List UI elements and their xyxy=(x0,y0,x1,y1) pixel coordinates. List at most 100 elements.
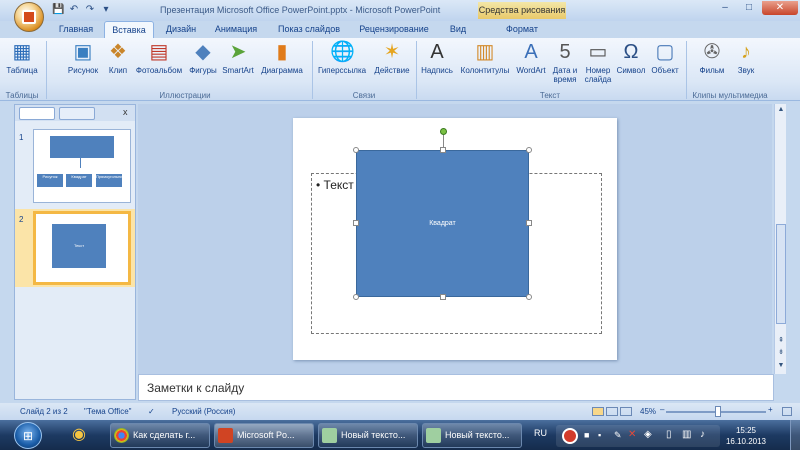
undo-icon[interactable]: ↶ xyxy=(68,4,80,16)
square-shape[interactable]: Квадрат xyxy=(356,150,529,297)
office-logo-icon xyxy=(22,10,36,24)
tab-review[interactable]: Рецензирование xyxy=(352,21,436,38)
customize-qat-icon[interactable]: ▾ xyxy=(100,4,112,16)
taskbar-item-notepad-2[interactable]: Новый тексто... xyxy=(422,423,522,448)
vertical-scrollbar[interactable]: ▲ ⇞ ⇟ ▼ xyxy=(774,104,786,374)
tray-close-icon[interactable]: ✕ xyxy=(628,429,636,440)
slideshow-view-icon[interactable] xyxy=(620,407,632,416)
scroll-up-icon[interactable]: ▲ xyxy=(775,106,787,113)
shapes-button[interactable]: ◆ Фигуры xyxy=(186,40,220,75)
action-button[interactable]: ✶ Действие xyxy=(372,40,412,75)
group-label-tables: Таблицы xyxy=(5,91,39,100)
notes-pane[interactable]: Заметки к слайду xyxy=(138,374,774,401)
clipart-button[interactable]: ❖ Клип xyxy=(104,40,132,75)
tab-slides[interactable] xyxy=(19,107,55,120)
fit-to-window-icon[interactable] xyxy=(782,407,792,416)
spellcheck-icon[interactable]: ✓ xyxy=(148,407,155,416)
resize-handle[interactable] xyxy=(440,147,446,153)
language-indicator[interactable]: Русский (Россия) xyxy=(172,407,235,416)
resize-handle[interactable] xyxy=(526,147,532,153)
thumb-connector xyxy=(80,158,81,168)
taskbar-item-notepad-1[interactable]: Новый тексто... xyxy=(318,423,418,448)
chart-button[interactable]: ▮ Диаграмма xyxy=(258,40,306,75)
tab-slideshow[interactable]: Показ слайдов xyxy=(270,21,348,38)
zoom-in-icon[interactable]: + xyxy=(768,405,773,414)
slide-thumbnail-2[interactable]: Текст xyxy=(33,211,131,285)
sound-button[interactable]: ♪ Звук xyxy=(732,40,760,75)
wordart-button[interactable]: A WordArt xyxy=(512,40,550,75)
minimize-button[interactable]: – xyxy=(714,1,736,15)
tray-app-icon[interactable]: ◈ xyxy=(644,429,652,440)
normal-view-icon[interactable] xyxy=(592,407,604,416)
hyperlink-button[interactable]: 🌐 Гиперссылка xyxy=(314,40,370,75)
scroll-prev-slide-icon[interactable]: ⇞ xyxy=(775,336,787,344)
tab-design[interactable]: Дизайн xyxy=(158,21,204,38)
resize-handle[interactable] xyxy=(353,147,359,153)
resize-handle[interactable] xyxy=(526,294,532,300)
date-time-button[interactable]: 5 Дата и время xyxy=(550,40,580,84)
theme-name: "Тема Office" xyxy=(84,407,132,416)
tab-format[interactable]: Формат xyxy=(494,21,550,38)
slide-sorter-icon[interactable] xyxy=(606,407,618,416)
cursor-icon[interactable]: ✎ xyxy=(614,430,622,441)
bullet-text[interactable]: • Текст xyxy=(316,178,354,192)
scroll-thumb[interactable] xyxy=(776,224,786,324)
scroll-down-icon[interactable]: ▼ xyxy=(775,362,787,369)
pane-close-icon[interactable]: x xyxy=(123,107,128,117)
picture-button[interactable]: ▣ Рисунок xyxy=(64,40,102,75)
ribbon: ▦ Таблица Таблицы ▣ Рисунок ❖ Клип ▤ Фотоаль… xyxy=(0,38,800,101)
movie-button[interactable]: ✇ Фильм xyxy=(692,40,732,75)
tab-outline[interactable] xyxy=(59,107,95,120)
textbox-button[interactable]: A Надпись xyxy=(418,40,456,75)
thumb-box: Квадрат xyxy=(66,174,92,187)
zoom-level[interactable]: 45% xyxy=(640,407,656,416)
slide-number-button[interactable]: ▭ Номер слайда xyxy=(582,40,614,84)
start-button[interactable]: ⊞ xyxy=(14,422,42,449)
tab-home[interactable]: Главная xyxy=(52,21,100,38)
maximize-button[interactable]: □ xyxy=(738,1,760,15)
volume-icon[interactable]: ♪ xyxy=(700,429,705,440)
media-player-icon[interactable]: ◉ xyxy=(66,424,92,448)
tab-animation[interactable]: Анимация xyxy=(208,21,264,38)
group-label-illustrations: Иллюстрации xyxy=(159,91,211,100)
slide-number-label: 1 xyxy=(19,133,24,142)
tab-view[interactable]: Вид xyxy=(440,21,476,38)
scroll-next-slide-icon[interactable]: ⇟ xyxy=(775,348,787,356)
save-icon[interactable]: 💾 xyxy=(52,4,64,16)
object-icon: ▢ xyxy=(655,41,675,63)
stop-icon[interactable]: ■ xyxy=(584,430,589,440)
record-icon[interactable] xyxy=(562,428,578,444)
usb-icon[interactable]: ▯ xyxy=(666,429,672,440)
clipart-icon: ❖ xyxy=(109,41,127,63)
object-button[interactable]: ▢ Объект xyxy=(648,40,682,75)
close-button[interactable]: ✕ xyxy=(762,1,798,15)
header-footer-button[interactable]: ▥ Колонтитулы xyxy=(458,40,512,75)
photo-album-button[interactable]: ▤ Фотоальбом xyxy=(134,40,184,75)
clock[interactable]: 15:25 16.10.2013 xyxy=(720,423,772,448)
clock-time: 15:25 xyxy=(735,426,757,435)
status-bar: Слайд 2 из 2 "Тема Office" ✓ Русский (Ро… xyxy=(0,403,800,420)
rotation-handle[interactable] xyxy=(440,128,447,135)
network-icon[interactable]: ▥ xyxy=(682,429,691,440)
redo-icon[interactable]: ↷ xyxy=(84,4,96,16)
resize-handle[interactable] xyxy=(526,220,532,226)
symbol-button[interactable]: Ω Символ xyxy=(614,40,648,75)
taskbar-item-chrome[interactable]: Как сделать г... xyxy=(110,423,210,448)
screen-icon[interactable]: ▪ xyxy=(598,430,601,440)
resize-handle[interactable] xyxy=(353,220,359,226)
zoom-slider-knob[interactable] xyxy=(715,406,721,417)
group-label-links: Связи xyxy=(352,91,376,100)
zoom-out-icon[interactable]: – xyxy=(660,405,664,414)
resize-handle[interactable] xyxy=(353,294,359,300)
input-language[interactable]: RU xyxy=(534,428,547,438)
tab-insert[interactable]: Вставка xyxy=(104,21,154,38)
textbox-icon: A xyxy=(430,41,444,63)
table-icon: ▦ xyxy=(12,41,32,63)
office-button[interactable] xyxy=(14,2,44,32)
resize-handle[interactable] xyxy=(440,294,446,300)
smartart-button[interactable]: ➤ SmartArt xyxy=(220,40,256,75)
slide-thumbnail-1[interactable]: Рисунок Квадрат Прямоугольник xyxy=(33,129,131,203)
table-button[interactable]: ▦ Таблица xyxy=(2,40,42,75)
taskbar-item-powerpoint[interactable]: Microsoft Po... xyxy=(214,423,314,448)
show-desktop-button[interactable] xyxy=(790,420,800,450)
